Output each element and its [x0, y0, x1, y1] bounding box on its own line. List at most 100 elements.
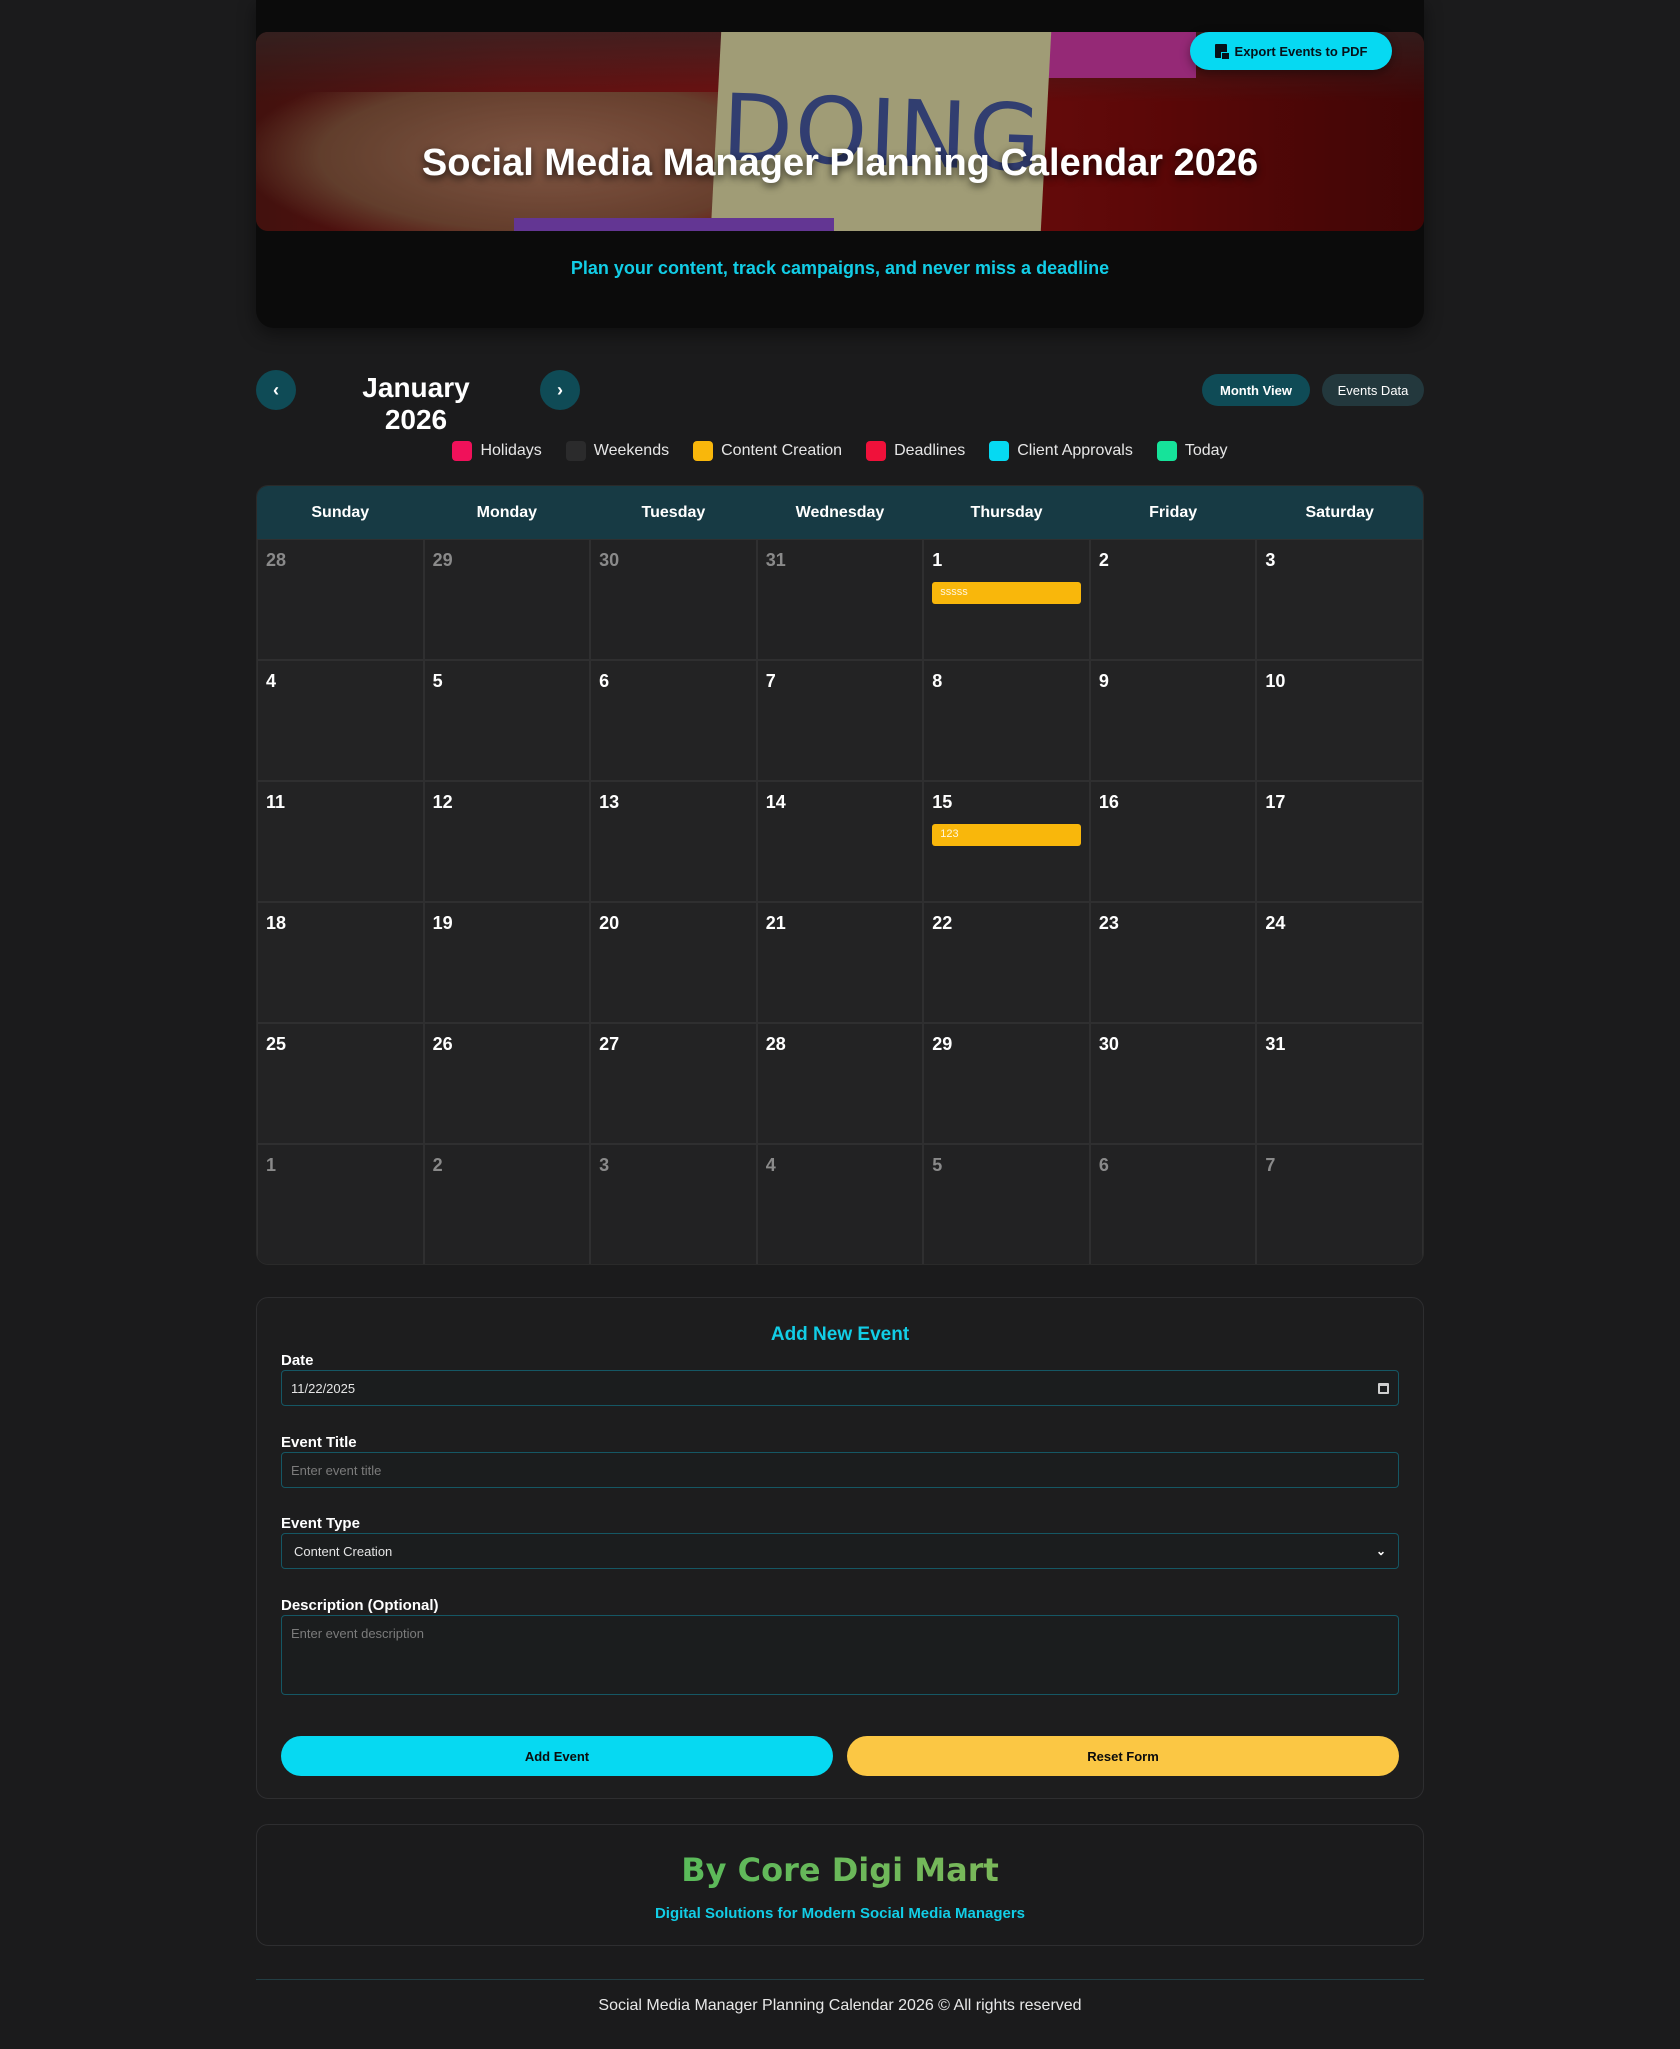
day-cell[interactable]: 23 — [1089, 902, 1257, 1023]
day-cell[interactable]: 28 — [257, 539, 424, 660]
export-pdf-button[interactable]: Export Events to PDF — [1190, 32, 1392, 70]
prev-month-button[interactable]: ‹ — [256, 370, 296, 410]
add-event-form: Add New Event Date 11/22/2025 Event Titl… — [256, 1297, 1424, 1799]
day-number: 10 — [1265, 671, 1286, 691]
day-number: 14 — [765, 792, 786, 812]
day-cell[interactable]: 22 — [923, 902, 1090, 1023]
day-number: 2 — [1098, 550, 1109, 570]
form-title: Add New Event — [770, 1324, 910, 1345]
day-cell[interactable]: 18 — [257, 902, 424, 1023]
month-view-button[interactable]: Month View — [1202, 374, 1310, 406]
date-input[interactable]: 11/22/2025 — [281, 1370, 1399, 1406]
legend-label: Weekends — [593, 442, 670, 459]
calendar-grid: Sunday Monday Tuesday Wednesday Thursday… — [256, 485, 1424, 1265]
day-cell[interactable]: 19 — [423, 902, 591, 1023]
legend-swatch — [866, 441, 887, 461]
legend-item-client-approvals: Client Approvals — [989, 441, 1133, 461]
day-cell[interactable]: 30 — [590, 539, 757, 660]
day-cell[interactable]: 20 — [590, 902, 757, 1023]
day-cell[interactable]: 5 — [423, 660, 591, 781]
day-cell[interactable]: 13 — [590, 781, 757, 902]
day-number: 6 — [1098, 1155, 1109, 1175]
day-cell[interactable]: 14 — [756, 781, 924, 902]
chevron-left-icon: ‹ — [273, 379, 279, 400]
date-label: Date — [281, 1352, 314, 1369]
brand-tagline: Digital Solutions for Modern Social Medi… — [654, 1905, 1026, 1922]
day-number: 22 — [932, 913, 953, 933]
day-cell[interactable]: 5 — [923, 1144, 1090, 1264]
weekday-label: Friday — [1149, 503, 1198, 521]
day-cell[interactable]: 4 — [257, 660, 424, 781]
day-number: 3 — [1265, 550, 1276, 570]
weekday-label: Thursday — [970, 503, 1043, 521]
chevron-right-icon: › — [557, 379, 563, 400]
day-cell[interactable]: 27 — [590, 1023, 757, 1144]
brand-card: By Core Digi Mart Digital Solutions for … — [256, 1824, 1424, 1946]
day-cell[interactable]: 16 — [1089, 781, 1257, 902]
day-number: 3 — [599, 1155, 610, 1175]
day-cell[interactable]: 28 — [756, 1023, 924, 1144]
day-cell[interactable]: 29 — [423, 539, 591, 660]
day-cell[interactable]: 31 — [1256, 1023, 1423, 1144]
day-cell[interactable]: 6 — [590, 660, 757, 781]
day-cell[interactable]: 8 — [923, 660, 1090, 781]
event-pill[interactable]: sssss — [932, 582, 1081, 604]
add-event-button[interactable]: Add Event — [281, 1736, 833, 1776]
day-number: 16 — [1098, 792, 1119, 812]
day-cell[interactable]: 3 — [1256, 539, 1423, 660]
day-number: 7 — [765, 671, 776, 691]
legend: Holidays Weekends Content Creation Deadl… — [256, 438, 1424, 464]
day-number: 29 — [932, 1034, 953, 1054]
description-label: Description (Optional) — [281, 1597, 439, 1614]
day-cell[interactable]: 2 — [423, 1144, 591, 1264]
day-cell[interactable]: 24 — [1256, 902, 1423, 1023]
legend-swatch — [565, 441, 586, 461]
day-cell[interactable]: 21 — [756, 902, 924, 1023]
day-number: 28 — [266, 550, 287, 570]
day-cell[interactable]: 26 — [423, 1023, 591, 1144]
day-cell[interactable]: 11 — [257, 781, 424, 902]
day-number: 25 — [266, 1034, 287, 1054]
next-month-button[interactable]: › — [540, 370, 580, 410]
day-cell[interactable]: 7 — [1256, 1144, 1423, 1264]
footer-copyright: Social Media Manager Planning Calendar 2… — [598, 1997, 1082, 2014]
events-data-button[interactable]: Events Data — [1322, 374, 1424, 406]
day-cell[interactable]: 3 — [590, 1144, 757, 1264]
chevron-down-icon: ⌄ — [1375, 1544, 1386, 1558]
footer-divider — [256, 1979, 1424, 1980]
day-number: 5 — [932, 1155, 943, 1175]
day-cell[interactable]: 6 — [1089, 1144, 1257, 1264]
day-cell[interactable]: 1 sssss — [923, 539, 1090, 660]
day-number: 9 — [1098, 671, 1109, 691]
day-cell[interactable]: 7 — [756, 660, 924, 781]
day-number: 17 — [1265, 792, 1286, 812]
calendar-icon[interactable] — [1378, 1382, 1389, 1394]
brand-name: By Core Digi Mart — [257, 1851, 1423, 1889]
day-cell[interactable]: 10 — [1256, 660, 1423, 781]
day-cell[interactable]: 30 — [1089, 1023, 1257, 1144]
day-cell[interactable]: 15 123 — [923, 781, 1090, 902]
day-cell[interactable]: 17 — [1256, 781, 1423, 902]
description-textarea[interactable] — [281, 1615, 1399, 1695]
event-type-select[interactable]: Content Creation ⌄ — [281, 1533, 1399, 1569]
event-pill[interactable]: 123 — [932, 824, 1081, 846]
legend-item-deadlines: Deadlines — [866, 441, 965, 461]
day-number: 19 — [432, 913, 453, 933]
event-title-input[interactable] — [281, 1452, 1399, 1488]
day-cell[interactable]: 9 — [1089, 660, 1257, 781]
reset-form-button[interactable]: Reset Form — [847, 1736, 1399, 1776]
day-cell[interactable]: 12 — [423, 781, 591, 902]
day-cell[interactable]: 2 — [1089, 539, 1257, 660]
day-number: 30 — [599, 550, 620, 570]
day-cell[interactable]: 1 — [257, 1144, 424, 1264]
day-cell[interactable]: 29 — [923, 1023, 1090, 1144]
legend-item-today: Today — [1156, 441, 1228, 461]
day-cell[interactable]: 31 — [756, 539, 924, 660]
day-number: 21 — [765, 913, 786, 933]
day-cells: 28 29 30 31 1 sssss 2 3 4 5 6 7 8 9 10 11 12 13 14 15 123 16 1… — [257, 539, 1423, 1264]
day-number: 1 — [266, 1155, 277, 1175]
day-number: 11 — [266, 792, 286, 812]
day-cell[interactable]: 4 — [756, 1144, 924, 1264]
legend-item-content-creation: Content Creation — [693, 441, 842, 461]
day-cell[interactable]: 25 — [257, 1023, 424, 1144]
